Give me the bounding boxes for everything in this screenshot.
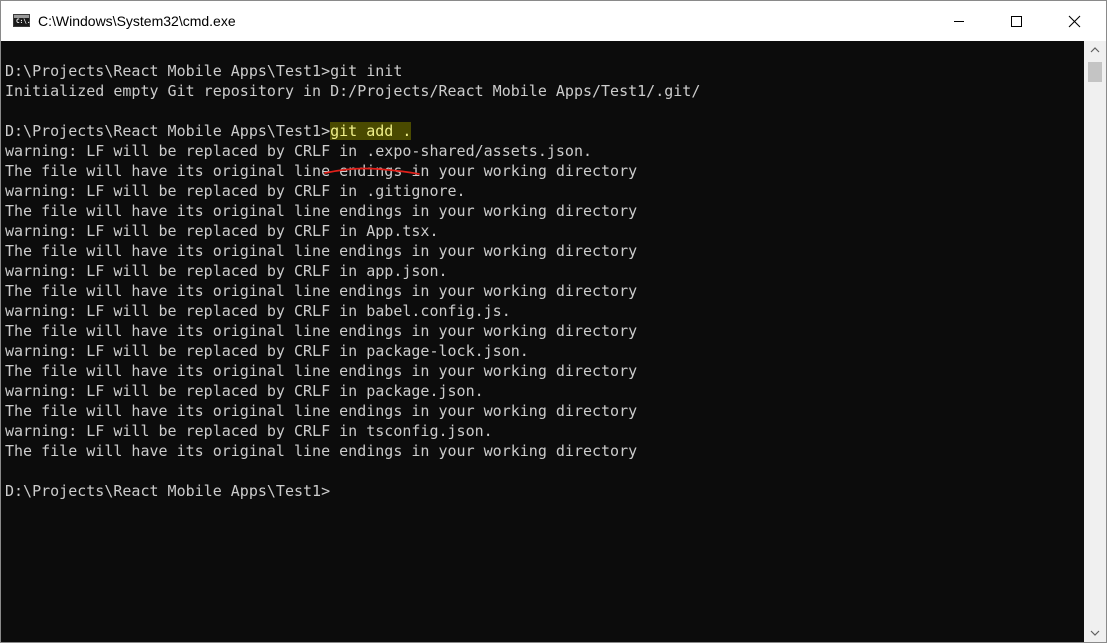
output-line: warning: LF will be replaced by CRLF in …	[5, 342, 529, 360]
maximize-icon	[1011, 16, 1022, 27]
output-line: warning: LF will be replaced by CRLF in …	[5, 182, 466, 200]
console-lines: D:\Projects\React Mobile Apps\Test1>git …	[5, 61, 700, 501]
highlighted-command: git add .	[330, 122, 412, 140]
console-line: D:\Projects\React Mobile Apps\Test1>	[5, 481, 700, 501]
console-blank-line	[5, 101, 700, 121]
cmd-window: C:\. C:\Windows\System32\cmd.exe D:\Proj…	[0, 0, 1107, 643]
output-line: warning: LF will be replaced by CRLF in …	[5, 142, 592, 160]
output-line: The file will have its original line end…	[5, 202, 638, 220]
output-line: The file will have its original line end…	[5, 322, 638, 340]
title-bar[interactable]: C:\. C:\Windows\System32\cmd.exe	[1, 1, 1106, 41]
output-line: The file will have its original line end…	[5, 362, 638, 380]
output-line: warning: LF will be replaced by CRLF in …	[5, 422, 493, 440]
output-line: warning: LF will be replaced by CRLF in …	[5, 262, 448, 280]
window-title: C:\Windows\System32\cmd.exe	[38, 13, 236, 29]
close-button[interactable]	[1046, 1, 1104, 41]
prompt: D:\Projects\React Mobile Apps\Test1>	[5, 482, 331, 500]
output-line: warning: LF will be replaced by CRLF in …	[5, 222, 439, 240]
output-line: The file will have its original line end…	[5, 402, 638, 420]
console-line: D:\Projects\React Mobile Apps\Test1>git …	[5, 121, 700, 141]
vertical-scrollbar[interactable]	[1084, 41, 1106, 642]
maximize-button[interactable]	[988, 1, 1046, 41]
console-output[interactable]: D:\Projects\React Mobile Apps\Test1>git …	[1, 41, 1084, 642]
console-blank-line	[5, 461, 700, 481]
close-icon	[1068, 15, 1081, 28]
chevron-up-icon	[1090, 47, 1100, 53]
prompt: D:\Projects\React Mobile Apps\Test1>	[5, 62, 331, 80]
output-line: The file will have its original line end…	[5, 442, 638, 460]
output-line: warning: LF will be replaced by CRLF in …	[5, 382, 484, 400]
cmd-app-icon[interactable]: C:\.	[13, 14, 30, 27]
console-line: Initialized empty Git repository in D:/P…	[5, 82, 701, 100]
annotation-underline	[324, 167, 420, 175]
output-line: warning: LF will be replaced by CRLF in …	[5, 302, 511, 320]
command-text: git init	[330, 62, 403, 80]
console-line: D:\Projects\React Mobile Apps\Test1>git …	[5, 61, 700, 81]
scroll-down-button[interactable]	[1084, 624, 1106, 642]
chevron-down-icon	[1090, 630, 1100, 636]
output-line: The file will have its original line end…	[5, 242, 638, 260]
prompt: D:\Projects\React Mobile Apps\Test1>	[5, 122, 331, 140]
minimize-icon	[954, 21, 964, 22]
scroll-up-button[interactable]	[1084, 41, 1106, 59]
scroll-thumb[interactable]	[1088, 62, 1102, 82]
minimize-button[interactable]	[930, 1, 988, 41]
output-line: The file will have its original line end…	[5, 282, 638, 300]
cmd-icon-glyph: C:\.	[16, 18, 31, 25]
